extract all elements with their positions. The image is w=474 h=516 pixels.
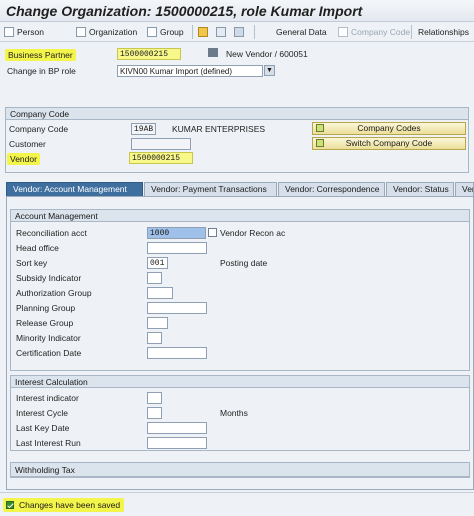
switch-button[interactable] — [216, 25, 229, 39]
authorization-group-field[interactable] — [147, 287, 173, 299]
customer-field[interactable] — [131, 138, 191, 150]
folder-icon — [198, 27, 208, 37]
pencil-glasses-icon — [234, 27, 244, 37]
account-management-title: Account Management — [11, 210, 469, 222]
sort-key-field[interactable]: 001 — [147, 257, 168, 269]
main-area: Business Partner 1500000215 New Vendor /… — [0, 42, 474, 492]
person-button[interactable]: Person — [4, 25, 44, 39]
subsidy-indicator-field[interactable] — [147, 272, 162, 284]
company-code-name: KUMAR ENTERPRISES — [172, 124, 266, 134]
release-group-field[interactable] — [147, 317, 168, 329]
swap-icon — [216, 27, 226, 37]
sort-key-label: Sort key — [16, 258, 48, 268]
checkmark-icon — [6, 501, 14, 509]
interest-indicator-field[interactable] — [147, 392, 162, 404]
toolbar-separator — [411, 25, 412, 39]
business-partner-field[interactable]: 1500000215 — [117, 48, 181, 60]
bp-role-label: Change in BP role — [7, 66, 76, 76]
minority-indicator-label: Minority Indicator — [16, 333, 81, 343]
last-key-date-label: Last Key Date — [16, 423, 70, 433]
release-group-label: Release Group — [16, 318, 74, 328]
interest-cycle-unit: Months — [220, 408, 248, 418]
document-icon — [4, 27, 14, 37]
last-interest-run-label: Last Interest Run — [16, 438, 81, 448]
chevron-down-icon[interactable]: ▼ — [264, 65, 275, 76]
switch-company-code-button[interactable]: Switch Company Code — [312, 137, 466, 150]
minority-indicator-field[interactable] — [147, 332, 162, 344]
company-code-button[interactable]: Company Code — [338, 25, 410, 39]
vendor-field[interactable]: 1500000215 — [129, 152, 193, 164]
organization-button[interactable]: Organization — [76, 25, 137, 39]
last-interest-run-field[interactable] — [147, 437, 207, 449]
withholding-tax-title: Withholding Tax — [11, 463, 469, 477]
sort-key-description: Posting date — [220, 258, 268, 268]
reconciliation-label: Reconciliation acct — [16, 228, 87, 238]
title-bar: Change Organization: 1500000215, role Ku… — [0, 0, 474, 22]
business-partner-label: Business Partner — [5, 49, 76, 61]
toolbar-separator — [254, 25, 255, 39]
tab-status[interactable]: Vendor: Status — [386, 182, 454, 196]
tab-strip: Vendor: Account Management Vendor: Payme… — [6, 182, 474, 196]
toolbar-separator — [192, 25, 193, 39]
switch-icon — [316, 139, 324, 147]
status-message[interactable]: Changes have been saved — [3, 498, 125, 512]
business-partner-description: New Vendor / 600051 — [226, 49, 308, 59]
open-folder-button[interactable] — [198, 25, 211, 39]
head-office-field[interactable] — [147, 242, 207, 254]
head-office-label: Head office — [16, 243, 59, 253]
general-data-button[interactable]: General Data — [276, 25, 327, 39]
certification-date-label: Certification Date — [16, 348, 82, 358]
withholding-tax-group: Withholding Tax — [10, 462, 470, 478]
customer-label: Customer — [9, 139, 46, 149]
certification-date-field[interactable] — [147, 347, 207, 359]
display-change-button[interactable] — [234, 25, 247, 39]
planning-group-field[interactable] — [147, 302, 207, 314]
company-codes-button[interactable]: Company Codes — [312, 122, 466, 135]
status-bar: Changes have been saved — [0, 492, 474, 516]
relationships-button[interactable]: Relationships — [418, 25, 469, 39]
document-icon — [76, 27, 86, 37]
company-codes-icon — [316, 124, 324, 132]
document-icon — [147, 27, 157, 37]
tab-account-management[interactable]: Vendor: Account Management — [6, 182, 143, 196]
subsidy-indicator-label: Subsidy Indicator — [16, 273, 82, 283]
page-title: Change Organization: 1500000215, role Ku… — [6, 3, 363, 19]
tab-more[interactable]: Vend — [455, 182, 474, 196]
toolbar: Person Organization Group General Data C… — [0, 22, 474, 42]
tab-payment-transactions[interactable]: Vendor: Payment Transactions — [144, 182, 277, 196]
document-icon — [338, 27, 348, 37]
reconciliation-description: Vendor Recon ac — [220, 228, 286, 238]
tab-correspondence[interactable]: Vendor: Correspondence — [278, 182, 385, 196]
company-code-label: Company Code — [9, 124, 69, 134]
group-button[interactable]: Group — [147, 25, 184, 39]
search-help-icon[interactable] — [208, 228, 217, 237]
interest-indicator-label: Interest indicator — [16, 393, 79, 403]
bp-role-select[interactable]: KIVN00 Kumar Import (defined) — [117, 65, 263, 77]
reconciliation-field[interactable]: 1000 — [147, 227, 206, 239]
interest-cycle-label: Interest Cycle — [16, 408, 68, 418]
company-code-group-title: Company Code — [6, 108, 468, 120]
authorization-group-label: Authorization Group — [16, 288, 92, 298]
vendor-label: Vendor — [7, 153, 40, 165]
last-key-date-field[interactable] — [147, 422, 207, 434]
planning-group-label: Planning Group — [16, 303, 76, 313]
interest-cycle-field[interactable] — [147, 407, 162, 419]
org-icon — [208, 48, 218, 57]
company-code-field[interactable]: 19AB — [131, 123, 156, 135]
interest-calculation-title: Interest Calculation — [11, 376, 469, 388]
